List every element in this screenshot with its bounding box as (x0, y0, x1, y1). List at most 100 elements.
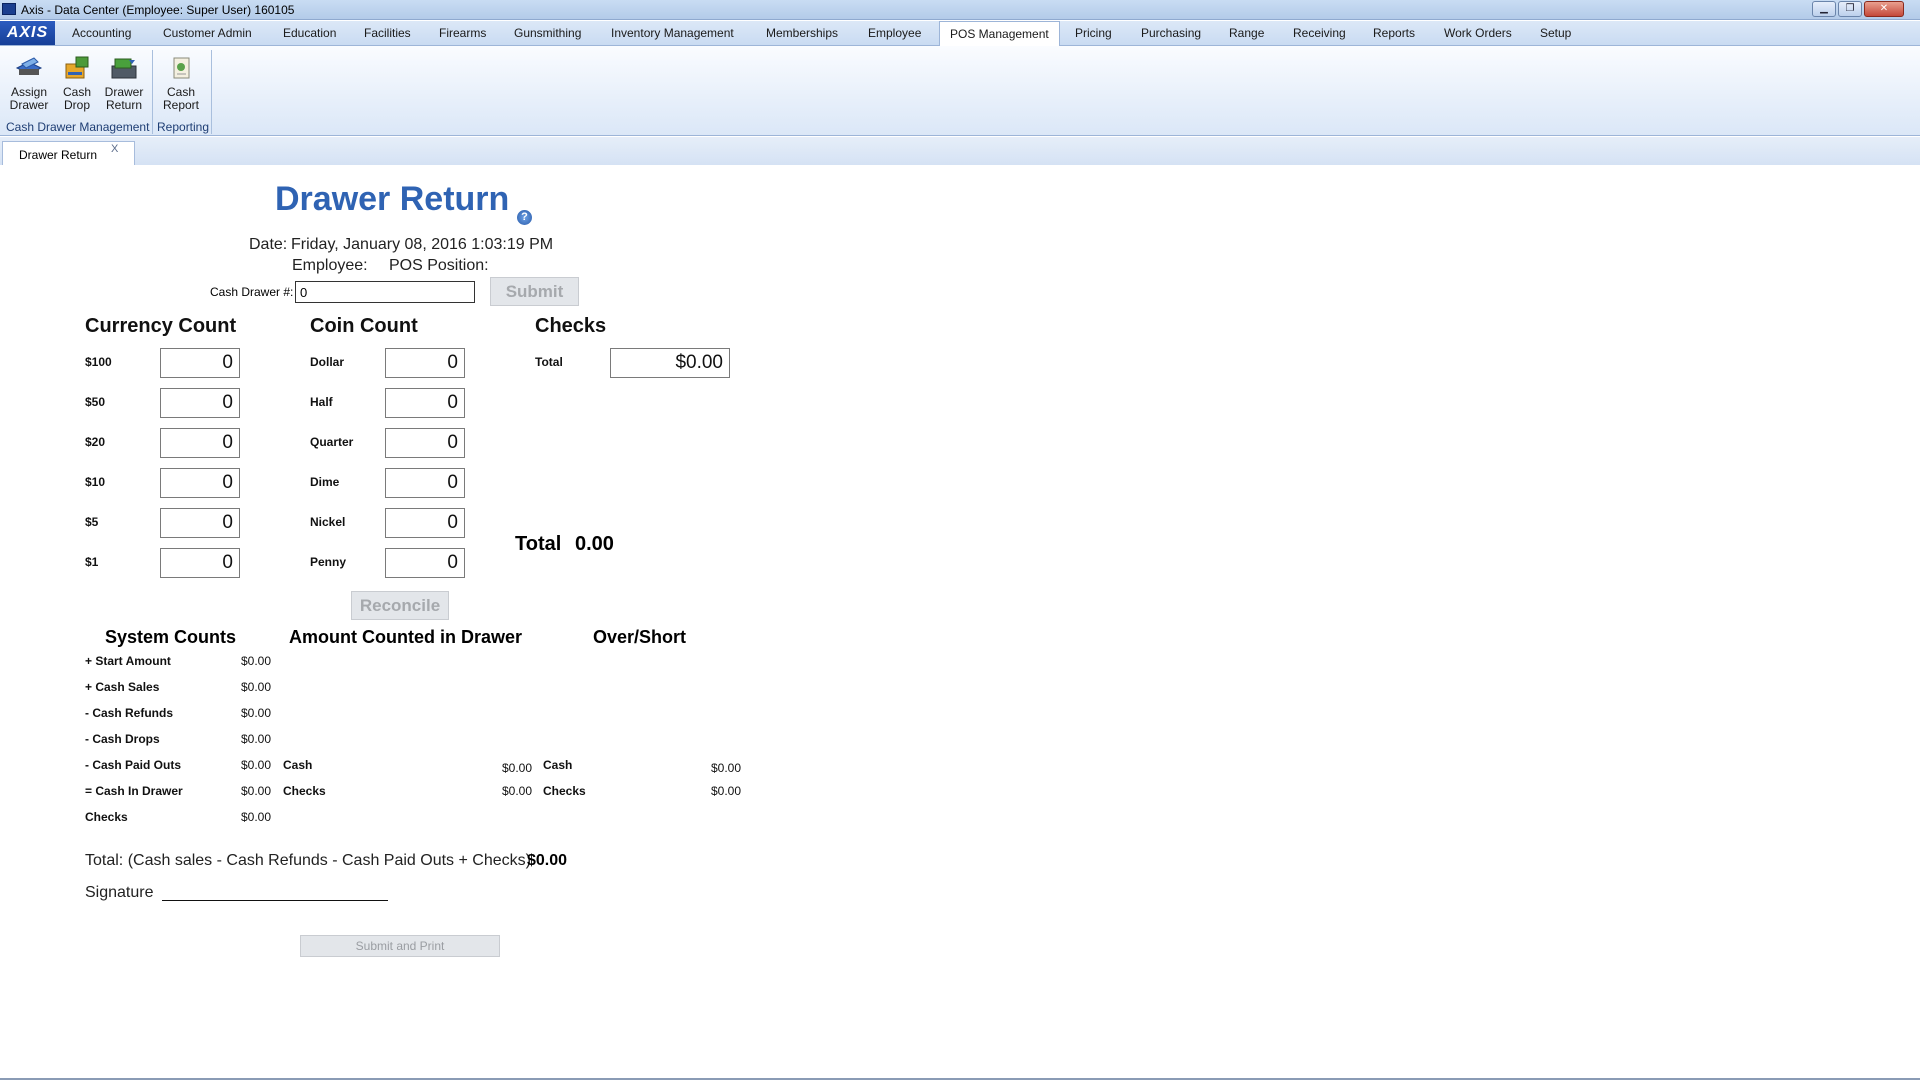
menu-education[interactable]: Education (273, 21, 346, 46)
over-short-heading: Over/Short (593, 627, 687, 647)
coin-half-input[interactable] (385, 388, 465, 418)
menu-pos-management[interactable]: POS Management (939, 21, 1060, 47)
menu-facilities[interactable]: Facilities (354, 21, 421, 46)
amount-counted-label: Cash (283, 758, 313, 772)
currency-label: $20 (85, 435, 106, 449)
menu-range[interactable]: Range (1219, 21, 1274, 46)
submit-and-print-button[interactable]: Submit and Print (300, 935, 500, 957)
ribbon-separator (211, 50, 212, 134)
ribbon-group-cash-drawer-management: Cash Drawer Management (6, 120, 150, 134)
main-menu: AXIS Accounting Customer Admin Education… (0, 21, 1920, 47)
cash-report-button[interactable]: Cash Report (161, 54, 201, 112)
menu-gunsmithing[interactable]: Gunsmithing (504, 21, 591, 46)
currency-label: $100 (85, 355, 112, 369)
system-count-value: $0.00 (241, 654, 272, 668)
date-label: Date: (249, 236, 288, 253)
app-icon (2, 3, 16, 15)
page-title: Drawer Return (275, 180, 510, 218)
currency-1-input[interactable] (160, 548, 240, 578)
cash-drawer-label: Cash Drawer #: (210, 285, 294, 299)
system-count-label: - Cash Drops (85, 732, 160, 746)
currency-10-input[interactable] (160, 468, 240, 498)
system-count-value: $0.00 (241, 784, 272, 798)
system-count-label: Checks (85, 810, 128, 824)
formula-label: Total: (Cash sales - Cash Refunds - Cash… (85, 852, 531, 869)
menu-memberships[interactable]: Memberships (756, 21, 848, 46)
system-count-label: - Cash Refunds (85, 706, 174, 720)
cash-drop-label-2: Drop (63, 98, 90, 112)
menu-inventory-management[interactable]: Inventory Management (601, 21, 744, 46)
reconcile-button[interactable]: Reconcile (351, 591, 449, 620)
assign-drawer-button[interactable]: Assign Drawer (8, 54, 50, 112)
menu-setup[interactable]: Setup (1530, 21, 1581, 46)
submit-button[interactable]: Submit (490, 277, 579, 306)
menu-reports[interactable]: Reports (1363, 21, 1425, 46)
close-window-button[interactable]: ✕ (1864, 1, 1904, 17)
system-counts-heading: System Counts (105, 627, 237, 647)
coin-label: Dollar (310, 355, 345, 369)
assign-drawer-label-2: Drawer (9, 98, 49, 112)
coin-label: Dime (310, 475, 340, 489)
currency-label: $1 (85, 555, 99, 569)
currency-100-input[interactable] (160, 348, 240, 378)
formula-value: $0.00 (527, 852, 568, 869)
cash-report-label-2: Report (162, 98, 200, 112)
amount-counted-value: $0.00 (502, 784, 533, 798)
drawer-return-label-2: Return (105, 98, 143, 112)
menu-employee[interactable]: Employee (858, 21, 931, 46)
drawer-return-button[interactable]: Drawer Return (102, 54, 146, 112)
menu-purchasing[interactable]: Purchasing (1131, 21, 1211, 46)
cash-report-icon (166, 54, 196, 82)
system-count-label: + Cash Sales (85, 680, 160, 694)
cash-report-label-1: Cash (166, 85, 195, 99)
ribbon-separator (152, 50, 153, 134)
coin-dollar-input[interactable] (385, 348, 465, 378)
coin-dime-input[interactable] (385, 468, 465, 498)
coin-label: Penny (310, 555, 347, 569)
currency-label: $10 (85, 475, 106, 489)
currency-5-input[interactable] (160, 508, 240, 538)
system-count-label: = Cash In Drawer (85, 784, 183, 798)
menu-customer-admin[interactable]: Customer Admin (153, 21, 262, 46)
over-short-label: Checks (543, 784, 586, 798)
checks-total-label: Total (535, 355, 563, 369)
tab-drawer-return[interactable]: Drawer Return X (2, 141, 135, 165)
help-icon[interactable]: ? (517, 210, 532, 225)
pos-position-label: POS Position: (389, 257, 489, 274)
drawer-return-icon (109, 54, 139, 82)
menu-firearms[interactable]: Firearms (429, 21, 496, 46)
menu-work-orders[interactable]: Work Orders (1434, 21, 1522, 46)
tab-close-icon[interactable]: X (111, 143, 118, 155)
coin-quarter-input[interactable] (385, 428, 465, 458)
menu-receiving[interactable]: Receiving (1283, 21, 1356, 46)
ribbon-panel: Assign Drawer Cash Drop Drawer Return Ca… (0, 46, 1920, 136)
currency-20-input[interactable] (160, 428, 240, 458)
currency-label: $50 (85, 395, 106, 409)
currency-count-heading: Currency Count (85, 315, 237, 337)
menu-accounting[interactable]: Accounting (62, 21, 141, 46)
over-short-value: $0.00 (711, 761, 742, 775)
currency-50-input[interactable] (160, 388, 240, 418)
assign-drawer-label-1: Assign (10, 85, 48, 99)
document-tab-strip: Drawer Return X (0, 137, 1920, 165)
coin-penny-input[interactable] (385, 548, 465, 578)
coin-count-heading: Coin Count (310, 315, 418, 337)
signature-line[interactable] (162, 900, 388, 901)
maximize-button[interactable]: ❐ (1838, 1, 1862, 17)
checks-total-input[interactable] (610, 348, 730, 378)
coin-label: Half (310, 395, 333, 409)
system-count-value: $0.00 (241, 732, 272, 746)
system-count-label: + Start Amount (85, 654, 171, 668)
system-count-value: $0.00 (241, 706, 272, 720)
cash-drawer-input[interactable] (295, 281, 475, 303)
date-value: Friday, January 08, 2016 1:03:19 PM (291, 236, 554, 253)
cash-drop-button[interactable]: Cash Drop (60, 54, 94, 112)
coin-nickel-input[interactable] (385, 508, 465, 538)
axis-logo: AXIS (0, 21, 55, 45)
grand-total-label: Total (515, 533, 562, 555)
menu-pricing[interactable]: Pricing (1065, 21, 1122, 46)
minimize-button[interactable]: ▁ (1812, 1, 1836, 17)
over-short-value: $0.00 (711, 784, 742, 798)
system-count-label: - Cash Paid Outs (85, 758, 182, 772)
system-count-value: $0.00 (241, 810, 272, 824)
